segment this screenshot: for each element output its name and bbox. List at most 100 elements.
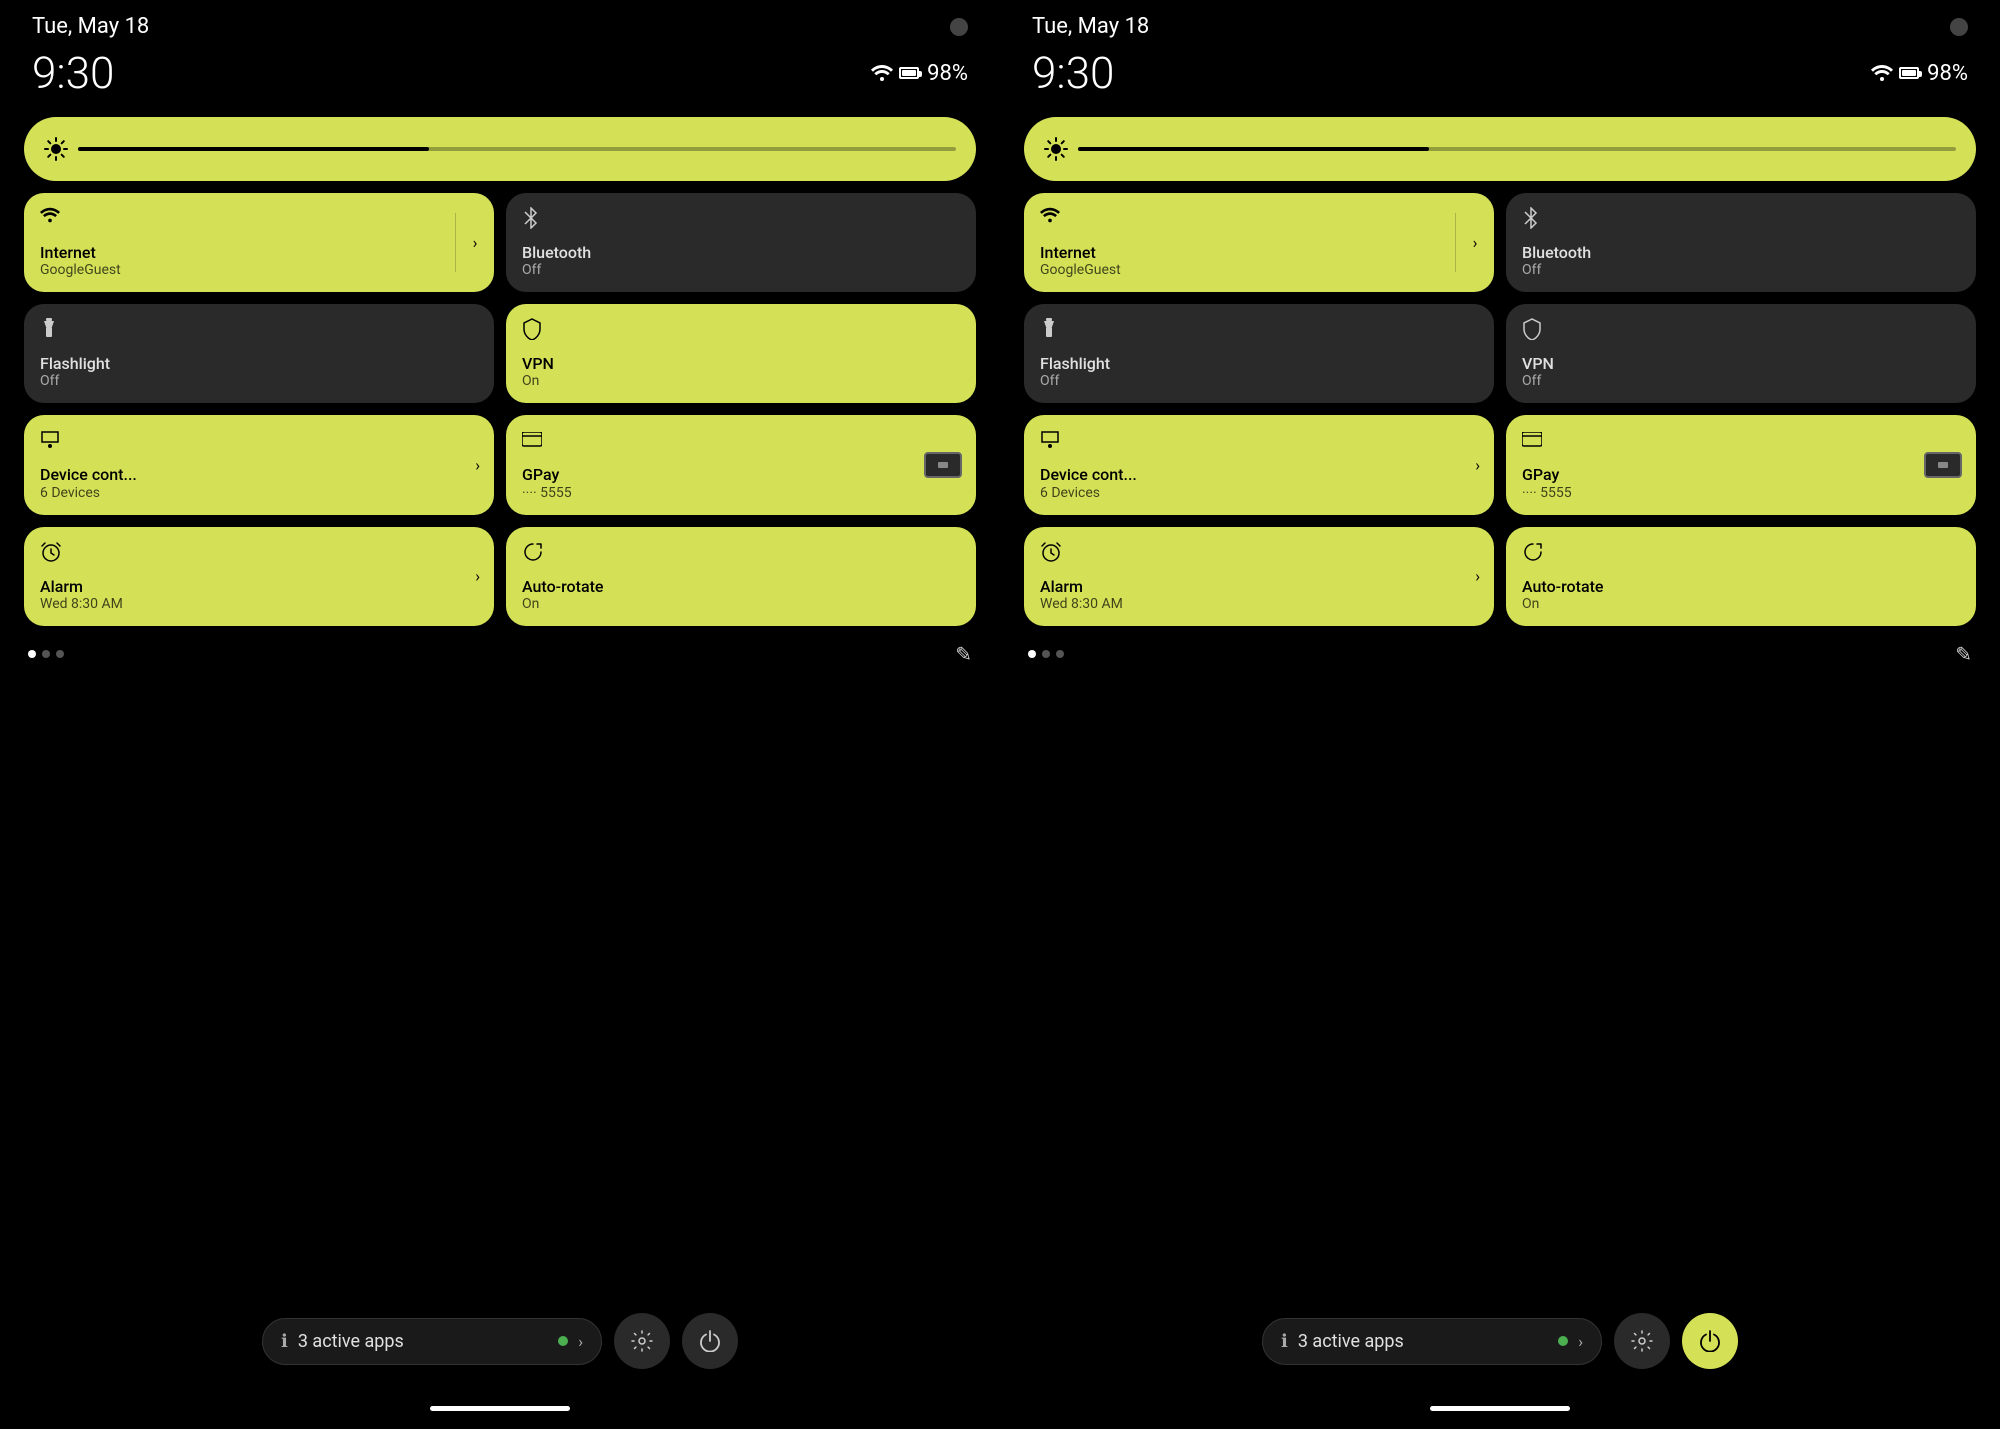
tile-bluetooth-right[interactable]: Bluetooth Off [1506,193,1976,292]
qs-panel-right: Internet GoogleGuest › Bluetoot [1024,117,1976,666]
settings-icon-right [1631,1330,1653,1352]
tile-internet-left[interactable]: Internet GoogleGuest › [24,193,494,292]
active-dot-left [558,1336,568,1346]
tile-alarm-right[interactable]: Alarm Wed 8:30 AM › [1024,527,1494,626]
internet-expand-left[interactable]: › [456,193,494,292]
tile-grid-left: Internet GoogleGuest › Bluetoot [24,193,976,626]
time-row-right: 9:30 98% [1000,47,2000,99]
home-indicator-left [430,1406,570,1411]
camera-dot-right [1950,18,1968,36]
edit-icon-right[interactable]: ✎ [1955,642,1972,666]
gpay-label-right: GPay [1522,465,1960,484]
tile-device-right[interactable]: Device cont... 6 Devices › [1024,415,1494,514]
settings-btn-left[interactable] [614,1313,670,1369]
bluetooth-label-right: Bluetooth [1522,243,1960,262]
pill-arrow-right: › [1578,1332,1583,1351]
pill-arrow-left: › [578,1332,583,1351]
vpn-sublabel-right: Off [1522,373,1960,389]
power-btn-right[interactable] [1682,1313,1738,1369]
dot-3-left[interactable] [56,650,64,658]
flashlight-sublabel-right: Off [1040,373,1478,389]
tile-vpn-right[interactable]: VPN Off [1506,304,1976,403]
vpn-icon-right [1522,318,1542,345]
active-apps-pill-right[interactable]: ℹ 3 active apps › [1262,1318,1602,1365]
active-apps-text-right: 3 active apps [1298,1331,1548,1352]
panel-right: Tue, May 18 9:30 98% [1000,0,2000,1429]
date-left: Tue, May 18 [32,14,149,39]
flashlight-icon-left [40,318,58,345]
wifi-status-icon-right [1871,65,1893,81]
tile-device-left[interactable]: Device cont... 6 Devices › [24,415,494,514]
pagination-dots-left [28,650,64,658]
panel-left: Tue, May 18 9:30 98% [0,0,1000,1429]
brightness-icon-right [1044,137,1068,161]
tile-autorotate-left[interactable]: Auto-rotate On [506,527,976,626]
internet-sublabel-left: GoogleGuest [40,262,439,278]
wifi-icon-right [1040,207,1060,227]
bottom-bar-right: ℹ 3 active apps › [1000,1313,2000,1369]
bluetooth-sublabel-right: Off [1522,262,1960,278]
bluetooth-icon-right [1522,207,1540,234]
tile-vpn-left[interactable]: VPN On [506,304,976,403]
flashlight-label-right: Flashlight [1040,354,1478,373]
tile-gpay-right[interactable]: GPay ···· 5555 [1506,415,1976,514]
status-icons-left: 98% [871,61,968,86]
autorotate-icon-right [1522,541,1544,568]
tile-autorotate-right[interactable]: Auto-rotate On [1506,527,1976,626]
gpay-card-right [1924,452,1962,478]
flashlight-label-left: Flashlight [40,354,478,373]
internet-label-left: Internet [40,243,439,262]
tile-alarm-left[interactable]: Alarm Wed 8:30 AM › [24,527,494,626]
battery-text-right: 98% [1927,61,1968,86]
bottom-bar-left: ℹ 3 active apps › [0,1313,1000,1369]
autorotate-icon-left [522,541,544,568]
tile-grid-right: Internet GoogleGuest › Bluetoot [1024,193,1976,626]
time-left: 9:30 [32,47,114,99]
active-apps-pill-left[interactable]: ℹ 3 active apps › [262,1318,602,1365]
alarm-label-right: Alarm [1040,577,1478,596]
brightness-row-left[interactable] [24,117,976,181]
qs-panel-left: Internet GoogleGuest › Bluetoot [24,117,976,666]
brightness-slider-right[interactable] [1078,147,1956,151]
internet-label-right: Internet [1040,243,1439,262]
battery-text-left: 98% [927,61,968,86]
edit-icon-left[interactable]: ✎ [955,642,972,666]
wifi-status-icon-left [871,65,893,81]
dot-3-right[interactable] [1056,650,1064,658]
alarm-label-left: Alarm [40,577,478,596]
tile-gpay-left[interactable]: GPay ···· 5555 [506,415,976,514]
active-dot-right [1558,1336,1568,1346]
dot-2-right[interactable] [1042,650,1050,658]
internet-expand-right[interactable]: › [1456,193,1494,292]
brightness-slider-left[interactable] [78,147,956,151]
camera-dot-left [950,18,968,36]
power-btn-left[interactable] [682,1313,738,1369]
tile-bluetooth-left[interactable]: Bluetooth Off [506,193,976,292]
autorotate-label-left: Auto-rotate [522,577,960,596]
device-icon-right [1040,429,1060,454]
gpay-icon-right [1522,429,1542,453]
battery-icon-left [899,67,919,79]
dot-1-left[interactable] [28,650,36,658]
settings-btn-right[interactable] [1614,1313,1670,1369]
brightness-row-right[interactable] [1024,117,1976,181]
alarm-sublabel-right: Wed 8:30 AM [1040,596,1478,612]
autorotate-label-right: Auto-rotate [1522,577,1960,596]
internet-sublabel-right: GoogleGuest [1040,262,1439,278]
home-indicator-right [1430,1406,1570,1411]
device-sublabel-right: 6 Devices [1040,485,1478,501]
dot-1-right[interactable] [1028,650,1036,658]
device-icon-left [40,429,60,454]
status-bar-left: Tue, May 18 [0,14,1000,39]
dot-2-left[interactable] [42,650,50,658]
tile-internet-right[interactable]: Internet GoogleGuest › [1024,193,1494,292]
alarm-icon-right [1040,541,1062,568]
tile-flashlight-left[interactable]: Flashlight Off [24,304,494,403]
device-arrow-left: › [475,455,480,474]
bluetooth-icon-left [522,207,540,234]
gpay-label-left: GPay [522,465,960,484]
gpay-icon-left [522,429,542,453]
tile-flashlight-right[interactable]: Flashlight Off [1024,304,1494,403]
pagination-right: ✎ [1024,642,1976,666]
vpn-icon-left [522,318,542,345]
